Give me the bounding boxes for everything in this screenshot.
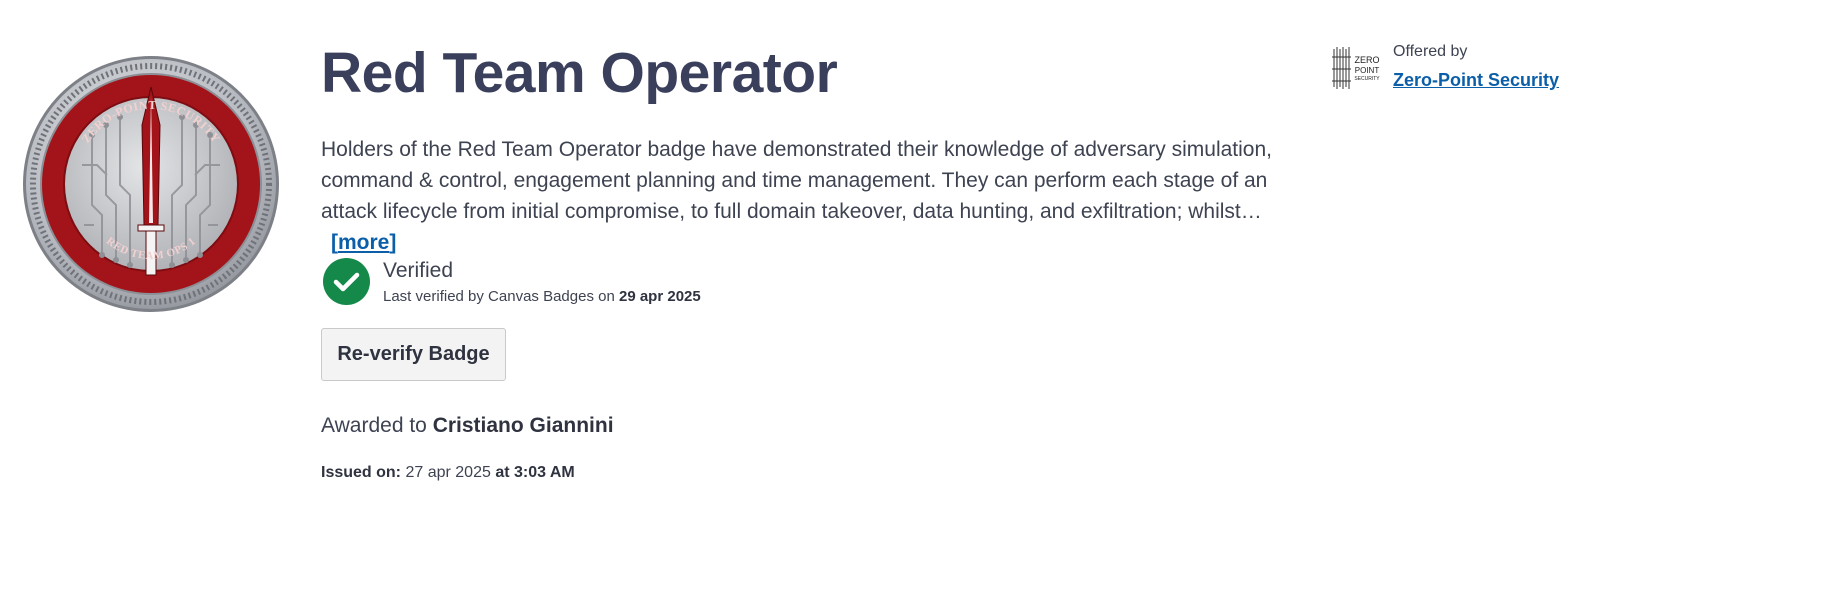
more-open-bracket: [ bbox=[331, 231, 338, 254]
description-text: Holders of the Red Team Operator badge h… bbox=[321, 138, 1272, 223]
issuer-logo: ZERO POINT SECURITY bbox=[1332, 47, 1380, 89]
verified-subtext: Last verified by Canvas Badges on 29 apr… bbox=[383, 288, 701, 305]
badge-description: Holders of the Red Team Operator badge h… bbox=[321, 134, 1296, 258]
check-circle-icon bbox=[323, 258, 370, 305]
issuer-logo-line3: SECURITY bbox=[1354, 76, 1380, 82]
awarded-prefix: Awarded to bbox=[321, 414, 427, 437]
recipient-name: Cristiano Giannini bbox=[432, 414, 614, 437]
more-close-bracket: ] bbox=[389, 231, 397, 254]
issued-on: Issued on: 27 apr 2025 at 3:03 AM bbox=[321, 464, 575, 482]
issuer-logo-line1: ZERO bbox=[1354, 55, 1379, 65]
reverify-badge-button[interactable]: Re-verify Badge bbox=[321, 328, 506, 381]
more-link[interactable]: [more] bbox=[331, 231, 396, 254]
more-link-label[interactable]: more bbox=[338, 231, 389, 254]
badge-image: ZERO-POINT SECURITY RED TEAM OPS 1 bbox=[23, 56, 279, 312]
verified-by-text: Last verified by Canvas Badges on bbox=[383, 288, 615, 305]
verified-label: Verified bbox=[383, 259, 454, 282]
verified-date: 29 apr 2025 bbox=[618, 288, 701, 305]
issued-time: at 3:03 AM bbox=[495, 464, 575, 481]
issued-label: Issued on: bbox=[321, 464, 402, 481]
issuer-logo-line2: POINT bbox=[1355, 66, 1380, 75]
issued-date: 27 apr 2025 bbox=[405, 464, 491, 481]
offered-by-label: Offered by bbox=[1393, 43, 1468, 60]
page-title: Red Team Operator bbox=[321, 41, 838, 105]
issuer-link[interactable]: Zero-Point Security bbox=[1393, 70, 1559, 91]
awarded-to: Awarded to Cristiano Giannini bbox=[321, 414, 614, 438]
